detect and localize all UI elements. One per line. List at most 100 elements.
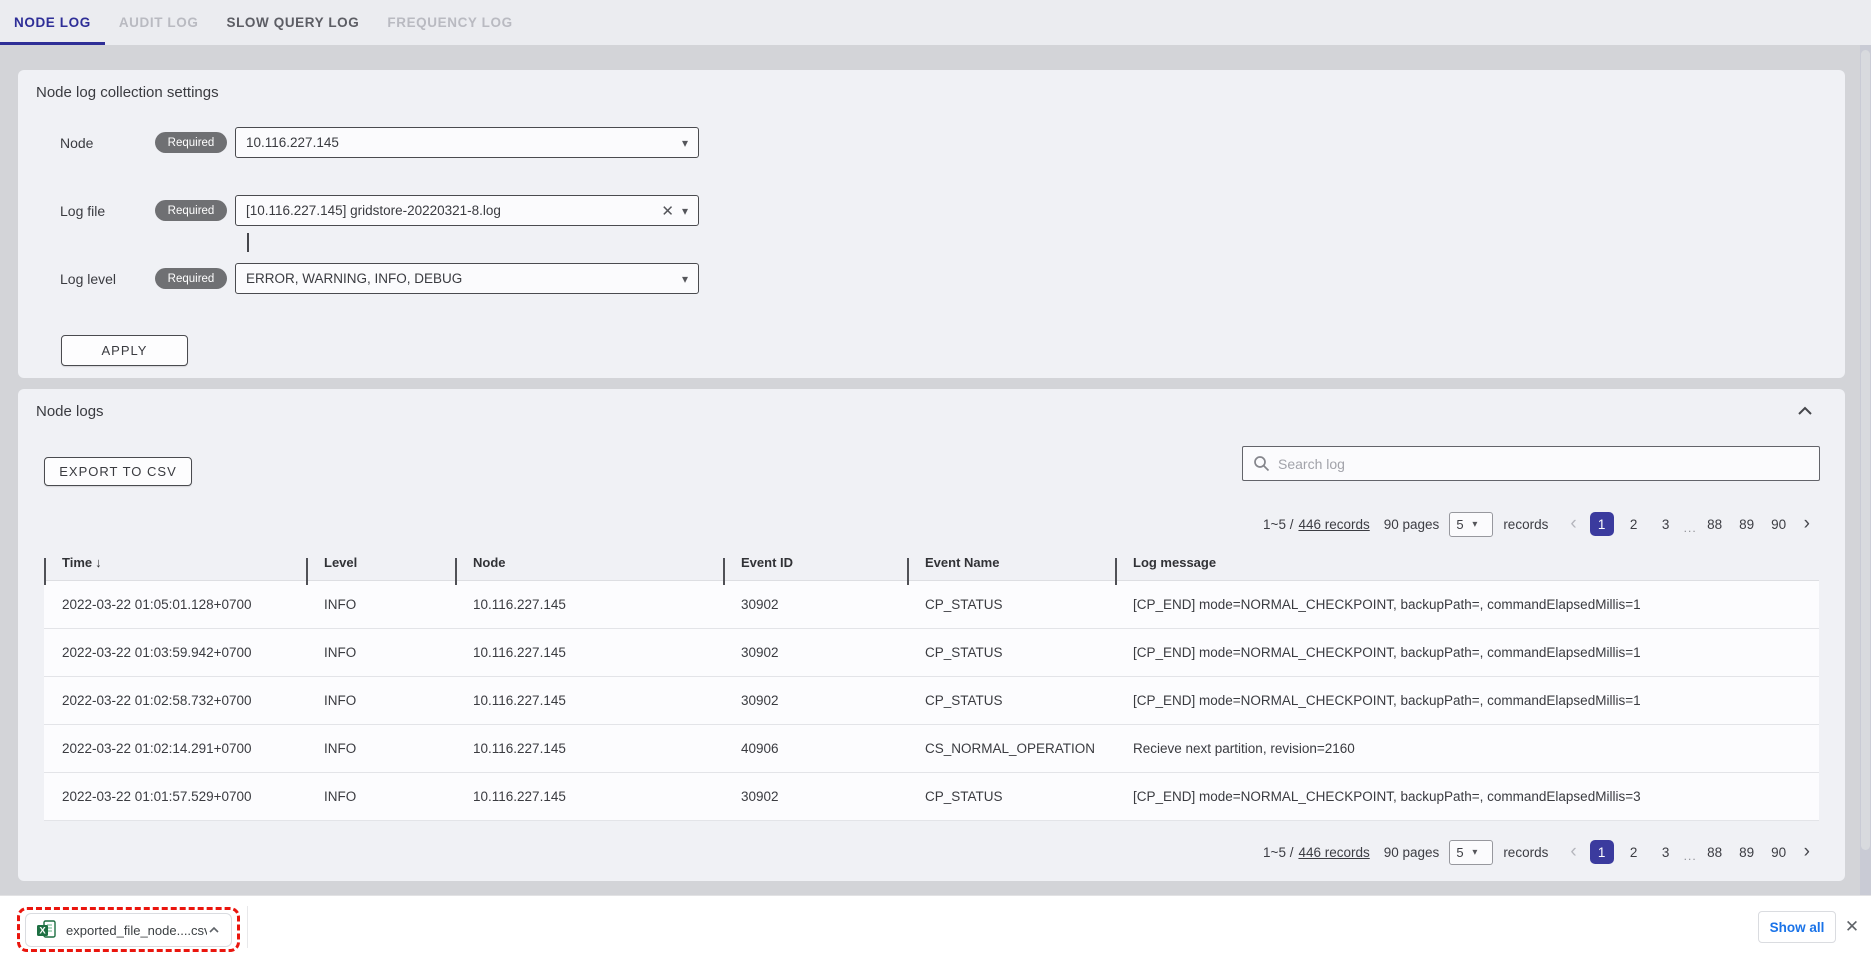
node-select-value: 10.116.227.145: [246, 135, 674, 150]
page-ellipsis: ...: [1684, 849, 1697, 863]
next-page-button[interactable]: ›: [1804, 512, 1810, 536]
table-cell: 10.116.227.145: [455, 581, 723, 628]
table-cell: CS_NORMAL_OPERATION: [907, 725, 1115, 772]
table-cell: CP_STATUS: [907, 677, 1115, 724]
tab-slow-query-log[interactable]: SLOW QUERY LOG: [212, 0, 373, 45]
column-header-event-name[interactable]: Event Name: [907, 555, 1115, 570]
prev-page-button[interactable]: ‹: [1570, 512, 1576, 536]
table-cell: 2022-03-22 01:01:57.529+0700: [44, 773, 306, 820]
tab-audit-log[interactable]: AUDIT LOG: [105, 0, 213, 45]
scrollbar-thumb[interactable]: [1861, 50, 1870, 850]
next-page-button[interactable]: ›: [1804, 840, 1810, 864]
table-cell: INFO: [306, 773, 455, 820]
chevron-down-icon: ▾: [1472, 847, 1486, 858]
page-button-2[interactable]: 2: [1622, 840, 1646, 864]
table-cell: [CP_END] mode=NORMAL_CHECKPOINT, backupP…: [1115, 677, 1819, 724]
pagination-bottom: 1~5 / 446 records 90 pages 5▾ records ‹ 123...…: [1263, 835, 1819, 869]
page-button-1[interactable]: 1: [1590, 840, 1614, 864]
page-size-select[interactable]: 5▾: [1449, 512, 1493, 537]
table-cell: 10.116.227.145: [455, 677, 723, 724]
records-label: records: [1503, 845, 1548, 860]
page-button-3[interactable]: 3: [1654, 840, 1678, 864]
node-logs-title: Node logs: [36, 403, 104, 420]
text-cursor: [247, 233, 249, 252]
table-row: 2022-03-22 01:01:57.529+0700INFO10.116.2…: [44, 773, 1819, 821]
page-size-select[interactable]: 5▾: [1449, 840, 1493, 865]
page-button-89[interactable]: 89: [1735, 512, 1759, 536]
download-bar-divider: [247, 906, 248, 948]
table-cell: 30902: [723, 773, 907, 820]
record-range-text: 1~5 /: [1263, 845, 1293, 860]
column-header-level[interactable]: Level: [306, 555, 455, 570]
log-file-select[interactable]: [10.116.227.145] gridstore-20220321-8.lo…: [235, 195, 699, 226]
table-row: 2022-03-22 01:05:01.128+0700INFO10.116.2…: [44, 581, 1819, 629]
chevron-down-icon: ▾: [1472, 519, 1486, 530]
chevron-up-icon[interactable]: [207, 923, 221, 937]
table-cell: INFO: [306, 629, 455, 676]
page-button-3[interactable]: 3: [1654, 512, 1678, 536]
close-download-bar-icon[interactable]: ✕: [1842, 917, 1862, 937]
excel-file-icon: X: [36, 920, 57, 941]
vertical-scrollbar[interactable]: [1860, 45, 1871, 895]
column-header-node[interactable]: Node: [455, 555, 723, 570]
page-ellipsis: ...: [1684, 521, 1697, 535]
log-level-field-row: Log level Required ERROR, WARNING, INFO,…: [60, 263, 699, 294]
page-size-value: 5: [1456, 845, 1470, 860]
table-cell: INFO: [306, 581, 455, 628]
table-cell: INFO: [306, 725, 455, 772]
downloaded-file-name: exported_file_node....csv: [66, 923, 207, 938]
total-records-link[interactable]: 446 records: [1298, 517, 1369, 532]
node-log-settings-panel: Node log collection settings Node Requir…: [18, 70, 1845, 378]
table-row: 2022-03-22 01:02:14.291+0700INFO10.116.2…: [44, 725, 1819, 773]
sort-desc-icon: ↓: [95, 555, 102, 570]
apply-button[interactable]: APPLY: [61, 335, 188, 366]
total-records-link[interactable]: 446 records: [1298, 845, 1369, 860]
collapse-panel-icon[interactable]: [1795, 401, 1815, 421]
tab-node-log[interactable]: NODE LOG: [0, 0, 105, 45]
log-file-select-value: [10.116.227.145] gridstore-20220321-8.lo…: [246, 203, 653, 218]
table-row: 2022-03-22 01:02:58.732+0700INFO10.116.2…: [44, 677, 1819, 725]
log-level-select[interactable]: ERROR, WARNING, INFO, DEBUG ▾: [235, 263, 699, 294]
record-range-text: 1~5 /: [1263, 517, 1293, 532]
page-button-90[interactable]: 90: [1767, 840, 1791, 864]
page-button-89[interactable]: 89: [1735, 840, 1759, 864]
page-button-2[interactable]: 2: [1622, 512, 1646, 536]
tab-frequency-log[interactable]: FREQUENCY LOG: [373, 0, 526, 45]
svg-text:X: X: [39, 925, 46, 936]
downloaded-file-chip[interactable]: X exported_file_node....csv: [25, 913, 232, 947]
page-button-88[interactable]: 88: [1703, 840, 1727, 864]
column-header-time[interactable]: Time ↓: [44, 555, 306, 570]
export-to-csv-button[interactable]: EXPORT TO CSV: [44, 457, 192, 486]
column-header-log-message[interactable]: Log message: [1115, 555, 1819, 570]
total-pages-text: 90 pages: [1384, 517, 1440, 532]
node-select[interactable]: 10.116.227.145 ▾: [235, 127, 699, 158]
table-cell: 2022-03-22 01:03:59.942+0700: [44, 629, 306, 676]
show-all-button[interactable]: Show all: [1758, 911, 1836, 943]
table-cell: 2022-03-22 01:05:01.128+0700: [44, 581, 306, 628]
table-body: 2022-03-22 01:05:01.128+0700INFO10.116.2…: [44, 580, 1819, 821]
column-header-event-id[interactable]: Event ID: [723, 555, 907, 570]
search-log-input[interactable]: [1278, 456, 1809, 472]
node-logs-panel: Node logs EXPORT TO CSV 1~5 / 446 records…: [18, 389, 1845, 881]
records-label: records: [1503, 517, 1548, 532]
table-cell: 2022-03-22 01:02:58.732+0700: [44, 677, 306, 724]
log-level-select-value: ERROR, WARNING, INFO, DEBUG: [246, 271, 674, 286]
table-cell: 30902: [723, 629, 907, 676]
table-cell: CP_STATUS: [907, 629, 1115, 676]
total-pages-text: 90 pages: [1384, 845, 1440, 860]
node-log-table: Time ↓ Level Node Event ID Event Name Lo…: [44, 545, 1819, 821]
table-cell: [CP_END] mode=NORMAL_CHECKPOINT, backupP…: [1115, 773, 1819, 820]
search-icon: [1253, 455, 1270, 472]
search-log-box: [1242, 446, 1820, 481]
log-level-label: Log level: [60, 271, 155, 287]
table-cell: CP_STATUS: [907, 581, 1115, 628]
page-button-88[interactable]: 88: [1703, 512, 1727, 536]
node-field-row: Node Required 10.116.227.145 ▾: [60, 127, 699, 158]
prev-page-button[interactable]: ‹: [1570, 840, 1576, 864]
page-button-1[interactable]: 1: [1590, 512, 1614, 536]
page-button-90[interactable]: 90: [1767, 512, 1791, 536]
table-cell: Recieve next partition, revision=2160: [1115, 725, 1819, 772]
clear-icon[interactable]: ✕: [661, 202, 674, 220]
pagination-top: 1~5 / 446 records 90 pages 5▾ records ‹ 123...…: [1263, 507, 1819, 541]
chevron-down-icon: ▾: [682, 272, 688, 286]
